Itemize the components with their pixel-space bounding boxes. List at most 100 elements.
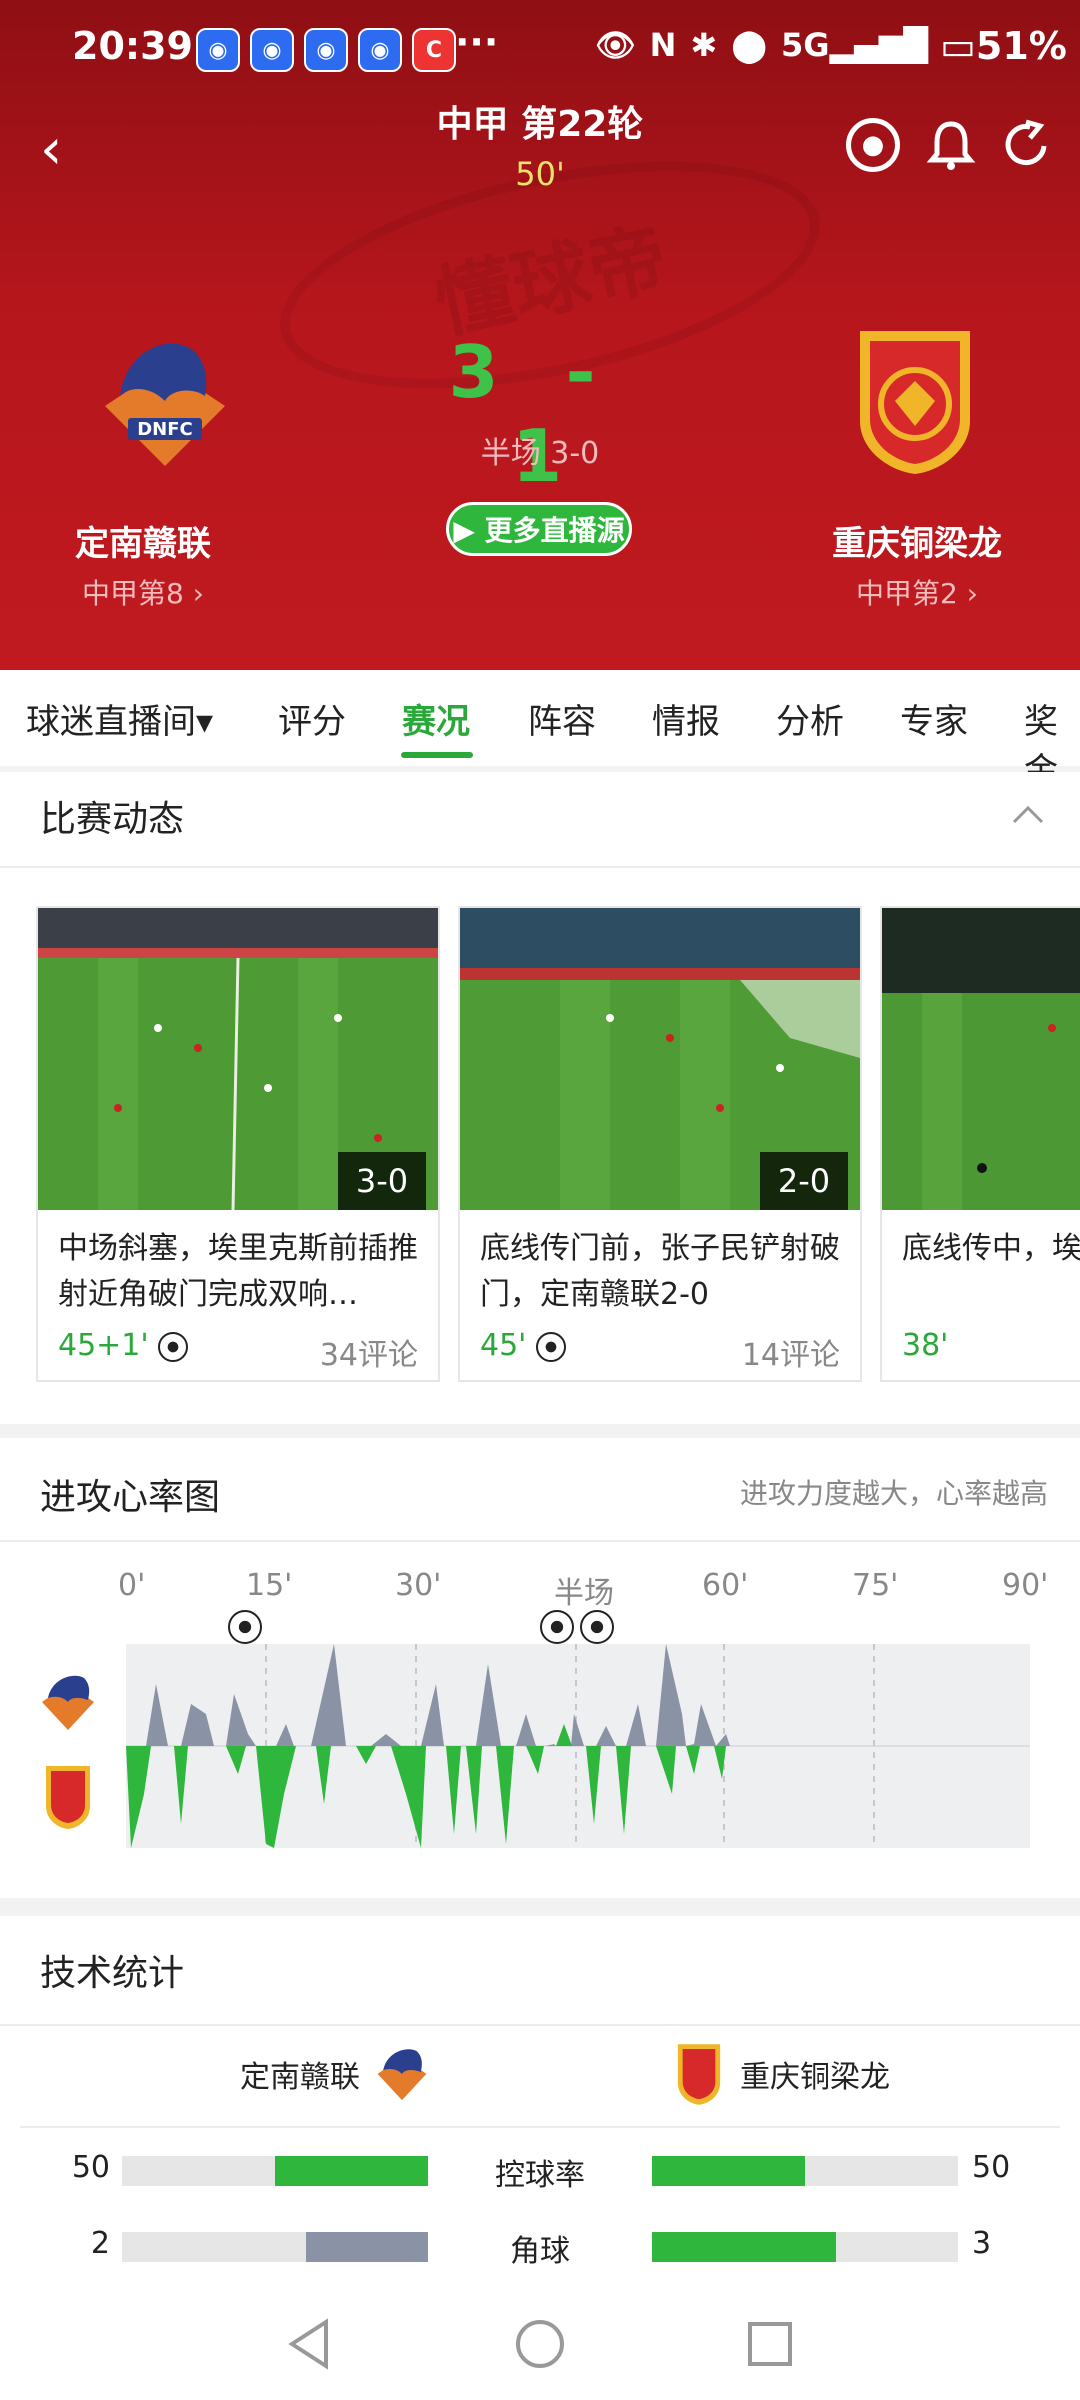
divider <box>0 1540 1080 1542</box>
video-thumbnail[interactable]: 2-0 <box>460 908 860 1210</box>
bell-icon[interactable] <box>924 118 978 172</box>
tab-lineup[interactable]: 阵容 <box>528 694 596 743</box>
home-score: 3 <box>448 330 505 414</box>
collapse-chevron-icon[interactable] <box>1010 796 1046 832</box>
nav-back-icon[interactable] <box>282 2316 338 2372</box>
home-team-logo[interactable]: DNFC <box>90 326 240 476</box>
active-tab-indicator <box>401 752 473 758</box>
home-team-rank[interactable]: 中甲第8 › <box>0 572 293 612</box>
home-team-name[interactable]: 定南赣联 <box>0 516 293 565</box>
tab-fan-live[interactable]: 球迷直播间▾ <box>26 694 213 743</box>
score: 3 - 1 <box>420 330 660 498</box>
back-icon[interactable]: ‹ <box>40 120 80 180</box>
status-bar: 20:39 ◉ ◉ ◉ ◉ C ··· 👁 N ✱ ⬤ 5G▂▄▆█ ▭51% <box>0 0 1080 100</box>
away-stat-bar <box>652 2232 958 2262</box>
event-minute: 45' <box>480 1328 566 1363</box>
football-icon <box>158 1331 189 1362</box>
section-title: 比赛动态 <box>40 799 185 840</box>
away-team-logo[interactable] <box>840 326 990 476</box>
signal-icon: 5G▂▄▆█ <box>781 26 928 64</box>
video-thumbnail[interactable]: 3-0 <box>38 908 438 1210</box>
goal-score-badge: 2-0 <box>760 1152 848 1210</box>
tab-rating[interactable]: 评分 <box>278 694 346 743</box>
notification-icons: ◉ ◉ ◉ ◉ C <box>196 28 456 72</box>
home-stat-bar-fill <box>305 2232 428 2262</box>
nfc-icon: N <box>649 26 677 64</box>
away-stat-bar-fill <box>652 2156 805 2186</box>
tab-intel[interactable]: 情报 <box>652 694 720 743</box>
divider <box>0 866 1080 868</box>
away-stat-value: 50 <box>972 2150 1011 2185</box>
stat-label: 控球率 <box>495 2158 585 2193</box>
bluetooth-icon: ✱ <box>690 26 718 64</box>
event-minute: 38' <box>902 1328 949 1363</box>
video-thumbnail[interactable] <box>882 908 1080 1210</box>
away-stat-bar-fill <box>652 2232 836 2262</box>
chevron-right-icon: › <box>966 577 978 610</box>
tab-analysis[interactable]: 分析 <box>776 694 844 743</box>
location-icon: ⬤ <box>731 26 768 64</box>
event-description: 底线传中，埃尔南德斯咫尺的头球攻门 <box>902 1231 1080 1266</box>
event-card[interactable]: 3-0 中场斜塞，埃里克斯前插推射近角破门完成双响… 45+1' 34评论 <box>36 906 440 1382</box>
system-nav-bar <box>0 2290 1080 2400</box>
goal-score-badge: 3-0 <box>338 1152 426 1210</box>
away-stat-value: 3 <box>972 2226 992 2261</box>
nav-recents-icon[interactable] <box>742 2316 798 2372</box>
app-notification-icon: ◉ <box>196 28 240 72</box>
event-minute: 45+1' <box>58 1328 189 1363</box>
nav-home-icon[interactable] <box>512 2316 568 2372</box>
event-description: 底线传门前，张子民铲射破门，定南赣联2-0 <box>480 1231 840 1312</box>
comment-count[interactable]: 14评论 <box>742 1330 840 1374</box>
comment-count[interactable]: 34评论 <box>320 1330 418 1374</box>
stat-row: 2 角球 3 <box>0 2220 1080 2270</box>
more-streams-button[interactable]: ▶ 更多直播源 <box>446 502 632 556</box>
section-subtitle: 进攻力度越大，心率越高 <box>739 1477 1048 1510</box>
heart-rate-chart <box>126 1644 1030 1848</box>
event-card[interactable]: 2-0 底线传门前，张子民铲射破门，定南赣联2-0 45' 14评论 <box>458 906 862 1382</box>
tab-bar: 球迷直播间▾ 评分 赛况 阵容 情报 分析 专家 奖金 <box>0 670 1080 791</box>
tab-match-status[interactable]: 赛况 <box>402 694 470 743</box>
axis-tick-label: 0' <box>118 1568 146 1603</box>
attack-heart-rate-section: 进攻心率图 进攻力度越大，心率越高 0' 15' 30' 半场 60' 75' … <box>0 1438 1080 1898</box>
away-team-logo-small <box>42 1764 94 1830</box>
away-team-rank[interactable]: 中甲第2 › <box>767 572 1067 612</box>
section-title: 技术统计 <box>40 1953 185 1994</box>
battery-icon: ▭ <box>940 24 976 68</box>
battery-indicator: ▭51% <box>940 24 1067 68</box>
away-stat-bar <box>652 2156 958 2186</box>
svg-text:DNFC: DNFC <box>137 419 193 440</box>
tab-experts[interactable]: 专家 <box>900 694 968 743</box>
target-icon[interactable]: ● <box>846 118 900 172</box>
away-team-name: 重庆铜梁龙 <box>740 2060 890 2095</box>
eye-icon: 👁 <box>595 26 636 64</box>
goal-marker-icon[interactable] <box>540 1610 574 1644</box>
axis-tick-label: 90' <box>1002 1568 1049 1603</box>
app-notification-icon: C <box>412 28 456 72</box>
away-team-name[interactable]: 重庆铜梁龙 <box>767 516 1067 565</box>
status-time: 20:39 <box>72 24 193 68</box>
stat-label: 角球 <box>510 2234 570 2269</box>
app-notification-icon: ◉ <box>304 28 348 72</box>
home-stat-bar-fill <box>275 2156 428 2186</box>
football-icon <box>535 1331 566 1362</box>
away-team-logo-small <box>674 2042 724 2106</box>
event-description: 中场斜塞，埃里克斯前插推射近角破门完成双响… <box>58 1231 418 1312</box>
event-card[interactable]: 底线传中，埃尔南德斯咫尺的头球攻门 38' <box>880 906 1080 1382</box>
home-team-logo-small <box>374 2042 430 2102</box>
app-notification-icon: ◉ <box>358 28 402 72</box>
goal-marker-icon[interactable] <box>580 1610 614 1644</box>
home-team-logo-small <box>40 1668 96 1732</box>
tech-stats-section: 技术统计 定南赣联 重庆铜梁龙 50 控球率 50 2 角球 3 <box>0 1916 1080 2296</box>
home-stat-bar <box>122 2232 428 2262</box>
share-icon[interactable] <box>1000 118 1054 172</box>
section-title: 进攻心率图 <box>40 1477 221 1518</box>
goal-marker-icon[interactable] <box>228 1610 262 1644</box>
time-axis: 0' 15' 30' 半场 60' 75' 90' <box>118 1568 1049 1611</box>
home-team-name: 定南赣联 <box>240 2060 360 2095</box>
more-notifications-icon: ··· <box>455 20 499 64</box>
match-header: 懂球帝 20:39 ◉ ◉ ◉ ◉ C ··· 👁 N ✱ ⬤ 5G▂▄▆█ ▭… <box>0 0 1080 670</box>
page-title: 中甲 第22轮 <box>436 104 644 145</box>
home-stat-value: 50 <box>71 2150 110 2185</box>
chevron-right-icon: › <box>192 577 204 610</box>
halftime-score: 半场 3-0 <box>480 436 600 471</box>
